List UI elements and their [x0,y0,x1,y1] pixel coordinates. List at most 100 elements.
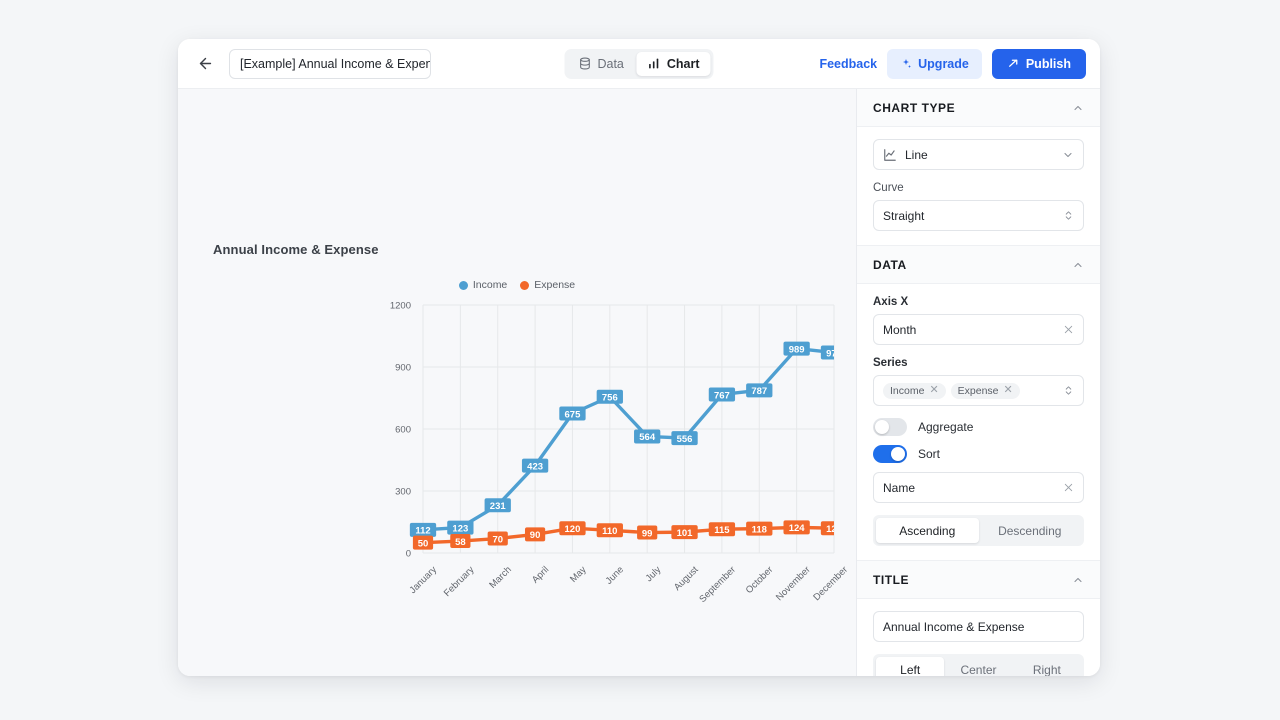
svg-text:50: 50 [418,538,429,549]
svg-text:600: 600 [395,425,411,436]
svg-text:December: December [811,564,850,603]
sort-toggle[interactable] [873,445,907,463]
document-title-input[interactable]: [Example] Annual Income & Expen [229,49,431,79]
title-input-value: Annual Income & Expense [883,620,1024,634]
upgrade-button[interactable]: Upgrade [887,49,982,79]
chevron-up-icon[interactable] [1072,259,1084,271]
svg-text:99: 99 [642,528,653,539]
sort-field-select[interactable]: Name [873,472,1084,503]
section-chart-type-header[interactable]: CHART TYPE [857,89,1100,127]
svg-text:118: 118 [752,524,767,535]
sort-label: Sort [918,447,940,461]
section-data-body: Axis X Month Series Income ✕ [857,284,1100,561]
app-window: [Example] Annual Income & Expen Data Cha… [178,39,1100,676]
bar-chart-icon [648,57,661,70]
curve-select[interactable]: Straight [873,200,1084,231]
svg-text:675: 675 [565,409,582,420]
axis-x-select[interactable]: Month [873,314,1084,345]
axis-x-value: Month [883,323,916,337]
aggregate-row: Aggregate [873,418,1084,436]
series-select[interactable]: Income ✕ Expense ✕ [873,375,1084,406]
clear-icon[interactable] [1063,482,1074,493]
database-icon [578,57,591,70]
section-title-title: TITLE [873,573,909,587]
toggle-knob [875,420,889,434]
series-tag-expense[interactable]: Expense ✕ [951,383,1020,399]
clear-icon[interactable] [1063,324,1074,335]
svg-text:September: September [697,564,738,605]
svg-text:January: January [407,564,439,596]
chevron-up-icon[interactable] [1072,574,1084,586]
sort-descending-option[interactable]: Descending [979,518,1082,543]
section-chart-type-title: CHART TYPE [873,101,955,115]
toggle-knob [891,447,905,461]
sort-row: Sort [873,445,1084,463]
svg-text:124: 124 [789,523,806,534]
svg-text:October: October [744,564,776,596]
sort-direction-switch: Ascending Descending [873,515,1084,546]
remove-icon[interactable]: ✕ [929,385,938,396]
svg-text:112: 112 [415,526,430,537]
line-chart-icon [883,148,897,162]
series-tags: Income ✕ Expense ✕ [883,383,1020,399]
sort-ascending-option[interactable]: Ascending [876,518,979,543]
svg-text:767: 767 [714,390,730,401]
svg-text:787: 787 [751,386,767,397]
share-arrow-icon [1007,57,1020,70]
svg-text:101: 101 [677,528,694,539]
svg-text:May: May [568,564,589,585]
svg-text:989: 989 [789,344,805,355]
svg-text:564: 564 [639,432,656,443]
svg-text:August: August [672,564,701,593]
chevron-up-icon[interactable] [1072,102,1084,114]
svg-text:90: 90 [530,530,541,541]
back-button[interactable] [192,51,218,77]
svg-text:970: 970 [826,348,842,359]
svg-text:July: July [644,564,664,584]
title-align-right[interactable]: Right [1013,657,1081,676]
svg-text:115: 115 [714,525,730,536]
section-title-header[interactable]: TITLE [857,561,1100,599]
section-title-body: Annual Income & Expense Left Center Righ… [857,599,1100,676]
tab-data[interactable]: Data [567,52,634,76]
sort-field-value: Name [883,481,915,495]
arrow-left-icon [197,55,214,72]
svg-text:556: 556 [677,434,693,445]
title-align-center[interactable]: Center [944,657,1012,676]
section-data-header[interactable]: DATA [857,246,1100,284]
tab-chart[interactable]: Chart [637,52,711,76]
curve-value: Straight [883,209,924,223]
aggregate-toggle[interactable] [873,418,907,436]
svg-text:March: March [487,564,513,590]
title-align-switch: Left Center Right [873,654,1084,676]
settings-panel: CHART TYPE Line Curve Straight [856,89,1100,676]
chevron-down-icon [1062,149,1074,161]
svg-text:756: 756 [602,393,618,404]
feedback-link[interactable]: Feedback [819,57,877,71]
svg-text:423: 423 [527,461,543,472]
toolbar-actions: Feedback Upgrade Publish [819,49,1086,79]
chevron-updown-icon [1063,209,1074,222]
svg-text:0: 0 [406,549,411,560]
chart-type-select[interactable]: Line [873,139,1084,170]
title-align-left[interactable]: Left [876,657,944,676]
chart-type-value: Line [905,148,928,162]
svg-text:June: June [604,564,626,586]
series-tag-expense-label: Expense [958,385,999,397]
workspace: Annual Income & Expense Income Expense 0… [178,89,1100,676]
svg-text:58: 58 [455,537,466,548]
chart-canvas: Annual Income & Expense Income Expense 0… [178,89,856,676]
svg-text:900: 900 [395,363,411,374]
section-data-title: DATA [873,258,907,272]
publish-button[interactable]: Publish [992,49,1086,79]
svg-text:April: April [530,564,551,585]
chart-svg: 03006009001200JanuaryFebruaryMarchAprilM… [178,89,856,676]
svg-text:300: 300 [395,487,411,498]
axis-x-label: Axis X [873,296,1084,308]
series-tag-income[interactable]: Income ✕ [883,383,946,399]
upgrade-label: Upgrade [918,57,969,71]
title-input[interactable]: Annual Income & Expense [873,611,1084,642]
svg-text:231: 231 [490,501,507,512]
svg-text:February: February [442,564,477,599]
remove-icon[interactable]: ✕ [1004,385,1013,396]
